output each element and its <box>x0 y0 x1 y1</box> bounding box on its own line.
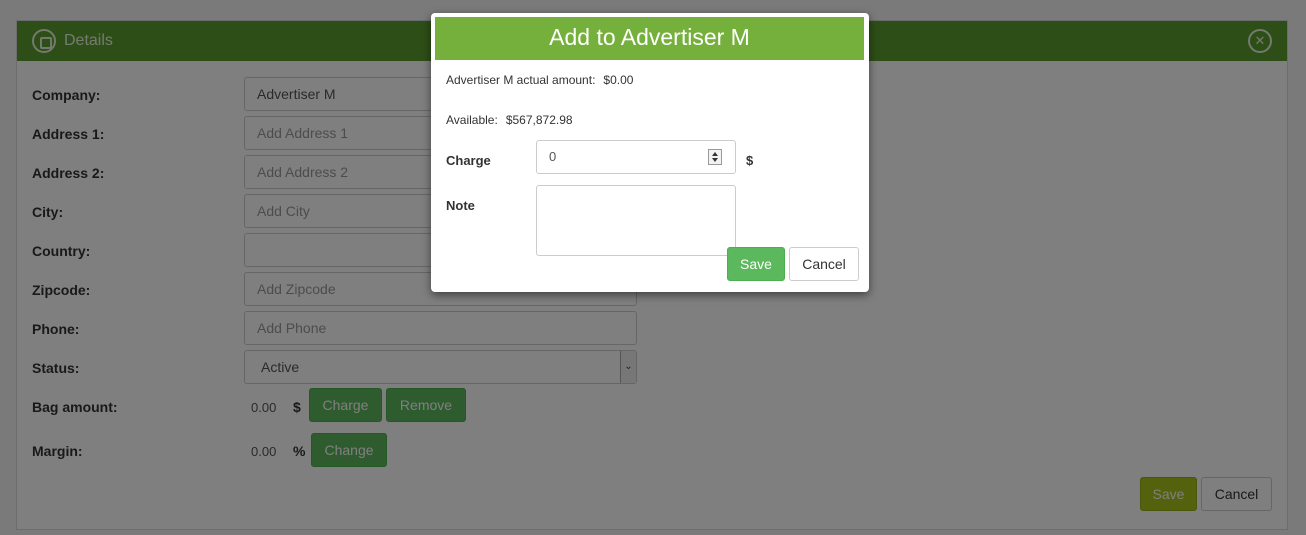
charge-label: Charge <box>446 153 491 168</box>
available-label: Available: <box>446 113 498 127</box>
dialog-cancel-button[interactable]: Cancel <box>789 247 859 281</box>
dialog-title: Add to Advertiser M <box>435 17 864 60</box>
charge-unit: $ <box>746 153 754 168</box>
note-label: Note <box>446 198 475 213</box>
charge-amount-input[interactable]: 0 <box>536 140 736 174</box>
available-row: Available: $567,872.98 <box>446 113 573 127</box>
dialog-save-button[interactable]: Save <box>727 247 785 281</box>
add-funds-dialog: Add to Advertiser M Advertiser M actual … <box>431 13 869 292</box>
number-spinner-icon[interactable] <box>708 149 722 165</box>
actual-amount-value: $0.00 <box>603 73 634 87</box>
actual-amount-row: Advertiser M actual amount: $0.00 <box>446 73 633 87</box>
actual-amount-label: Advertiser M actual amount: <box>446 73 596 87</box>
available-value: $567,872.98 <box>505 113 573 127</box>
charge-amount-value: 0 <box>549 149 557 164</box>
note-textarea[interactable] <box>536 185 736 256</box>
